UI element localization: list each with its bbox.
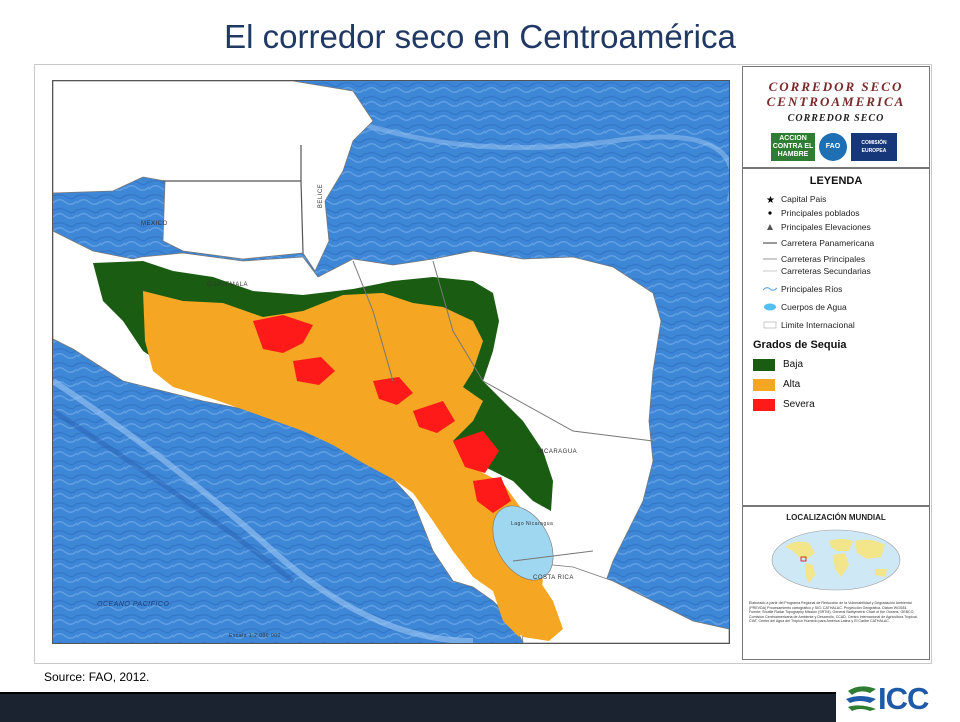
accion-contra-el-hambre-logo: ACCION CONTRA EL HAMBRE [771, 133, 815, 161]
map-svg [53, 81, 729, 643]
legend-item-elevaciones: Principales Elevaciones [767, 221, 871, 233]
line-icon [763, 242, 777, 244]
label-costa-rica: COSTA RICA [533, 575, 574, 581]
legend-title: LEYENDA [809, 175, 863, 187]
legend-header-line1: CORREDOR SECO [768, 79, 904, 94]
legend-panel: CORREDOR SECO CENTROAMERICA CORREDOR SEC… [742, 66, 930, 660]
svg-text:★: ★ [766, 195, 775, 205]
label-belice: BELICE [318, 183, 325, 209]
river-icon [763, 287, 777, 291]
source-caption: Source: FAO, 2012. [44, 670, 150, 684]
star-icon: ★ [766, 195, 775, 205]
legend-header-box: CORREDOR SECO CENTROAMERICA CORREDOR SEC… [742, 66, 930, 168]
legend-item-cuerpos-agua: Cuerpos de Agua [764, 301, 847, 313]
water-icon [764, 303, 776, 311]
line-icon [763, 270, 777, 272]
legend-item-poblados: Principales poblados [768, 207, 859, 219]
label-lago-nicaragua: Lago Nicaragua [511, 521, 554, 527]
drought-title: Grados de Sequia [753, 339, 847, 351]
fao-logo: FAO [819, 133, 847, 161]
label-baja: Baja [783, 359, 804, 370]
swatch-alta [753, 379, 775, 391]
icc-logo: ICC [846, 681, 954, 716]
label-nicaragua: NICARAGUA [537, 449, 578, 455]
label-severa: Severa [783, 399, 815, 410]
location-title: LOCALIZACIÓN MUNDIAL [786, 513, 886, 522]
swatch-baja [753, 359, 775, 371]
location-box: LOCALIZACIÓN MUNDIAL Elaborado a partir … [742, 506, 930, 660]
eu-logo: COMISIÓN EUROPEA [851, 133, 897, 161]
footer-bar [0, 692, 836, 722]
label-mexico: MEXICO [141, 221, 168, 227]
legend-item-rios: Principales Ríos [763, 283, 842, 295]
label-guatemala: GUATEMALA [207, 282, 249, 288]
legend-item-principales: Carreteras Principales [763, 253, 865, 265]
line-icon [763, 258, 777, 260]
partner-logos: ACCION CONTRA EL HAMBRE FAO COMISIÓN EUR… [771, 133, 901, 161]
world-map-inset [771, 529, 901, 591]
dot-icon [768, 211, 772, 215]
slide-title: El corredor seco en Centroamérica [224, 18, 736, 55]
triangle-icon [767, 224, 773, 230]
legend-item-secundarias: Carreteras Secundarias [763, 265, 871, 277]
drought-map: MEXICO BELICE GUATEMALA NICARAGUA COSTA … [52, 80, 730, 644]
label-oceano-pacifico: OCEANO PACIFICO [97, 601, 170, 608]
credits-text: Elaborado a partir del Programa Regional… [749, 601, 918, 624]
legend-item-limite: Limite Internacional [763, 319, 855, 331]
legend-item-panamericana: Carretera Panamericana [763, 237, 874, 249]
swatch-severa [753, 399, 775, 411]
icc-logo-text: ICC [878, 681, 929, 716]
border-icon [763, 321, 777, 329]
legend-header-line2: CENTROAMERICA [766, 94, 906, 109]
scale-bar-label: Escala 1:2.000.000 [229, 633, 281, 639]
legend-subtitle: CORREDOR SECO [787, 113, 885, 124]
legend-item-capital: ★ Capital Pais [766, 193, 826, 205]
label-alta: Alta [783, 379, 801, 390]
legend-box: LEYENDA ★ Capital Pais Principales pobla… [742, 168, 930, 506]
